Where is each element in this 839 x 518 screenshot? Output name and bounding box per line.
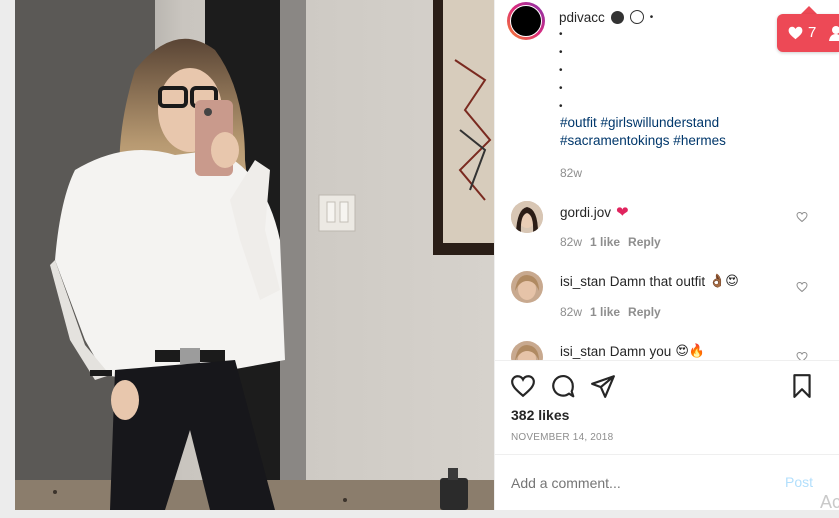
like-heart-icon[interactable] [510, 373, 536, 399]
white-circle-emoji-icon [629, 10, 644, 24]
caption-dot-1: • [559, 29, 563, 40]
like-comment-heart-icon[interactable] [796, 281, 808, 293]
post-side-panel: pdivacc • • • • • • #outfit #girlswillun… [494, 0, 839, 510]
caption-dot-0: • [649, 11, 654, 23]
commenter-photo [511, 341, 543, 360]
notification-count: 7 [808, 24, 817, 41]
comment-timestamp[interactable]: 82w [560, 305, 582, 319]
likes-count[interactable]: 382 likes [511, 407, 569, 423]
caption-timestamp[interactable]: 82w [560, 166, 582, 180]
comment-username[interactable]: isi_stan [560, 344, 606, 359]
post-photo[interactable] [15, 0, 494, 510]
comment-text: Damn you [609, 343, 672, 359]
caption-dot-5: • [559, 101, 563, 112]
heart-eyes-fire-emoji-icon: 😍🔥 [675, 343, 706, 358]
post-actions-section: 382 likes NOVEMBER 14, 2018 [495, 360, 839, 455]
reply-button[interactable]: Reply [628, 305, 661, 319]
comment-timestamp[interactable]: 82w [560, 235, 582, 249]
comments-scroll-area[interactable]: pdivacc • • • • • • #outfit #girlswillun… [495, 0, 839, 360]
commenter-photo [511, 201, 543, 233]
post-date[interactable]: NOVEMBER 14, 2018 [511, 432, 613, 443]
mirror-selfie-image [15, 0, 494, 510]
caption-hashtags-line2[interactable]: #sacramentokings #hermes [560, 133, 726, 148]
comment-bubble-icon[interactable] [550, 373, 576, 399]
caption-dot-3: • [559, 65, 563, 76]
commenter-photo [511, 271, 543, 303]
post-comment-button[interactable]: Post [785, 474, 813, 490]
activity-notification-popup[interactable]: 7 [777, 14, 839, 52]
heart-notification-icon [788, 26, 803, 40]
commenter-avatar[interactable] [511, 341, 543, 360]
comment-username[interactable]: isi_stan [560, 274, 606, 289]
add-comment-bar: Post [495, 454, 839, 510]
notification-caret [801, 6, 817, 14]
black-circle-emoji-icon [610, 10, 624, 24]
author-username[interactable]: pdivacc [559, 10, 605, 25]
comment-likes-count[interactable]: 1 like [590, 235, 620, 249]
caption-dot-2: • [559, 47, 563, 58]
commenter-avatar[interactable] [511, 201, 543, 233]
activate-windows-watermark: Ac [820, 492, 839, 512]
instagram-post-modal: pdivacc • • • • • • #outfit #girlswillun… [15, 0, 839, 510]
user-follow-icon [829, 26, 839, 41]
comment-likes-count[interactable]: 1 like [590, 305, 620, 319]
reply-button[interactable]: Reply [628, 235, 661, 249]
red-heart-emoji-icon: ❤ [616, 204, 629, 221]
like-comment-heart-icon[interactable] [796, 211, 808, 223]
caption-dot-4: • [559, 83, 563, 94]
comment-text: Damn that outfit [609, 273, 706, 289]
save-bookmark-icon[interactable] [789, 373, 815, 399]
like-comment-heart-icon[interactable] [796, 351, 808, 360]
caption-hashtags-line1[interactable]: #outfit #girlswillunderstand [560, 115, 719, 130]
ok-hand-heart-eyes-emoji-icon: 👌🏾😍 [709, 273, 739, 288]
commenter-avatar[interactable] [511, 271, 543, 303]
comment-username[interactable]: gordi.jov [560, 205, 611, 220]
share-paper-plane-icon[interactable] [590, 373, 616, 399]
author-avatar[interactable] [507, 2, 545, 40]
add-comment-input[interactable] [509, 471, 773, 495]
